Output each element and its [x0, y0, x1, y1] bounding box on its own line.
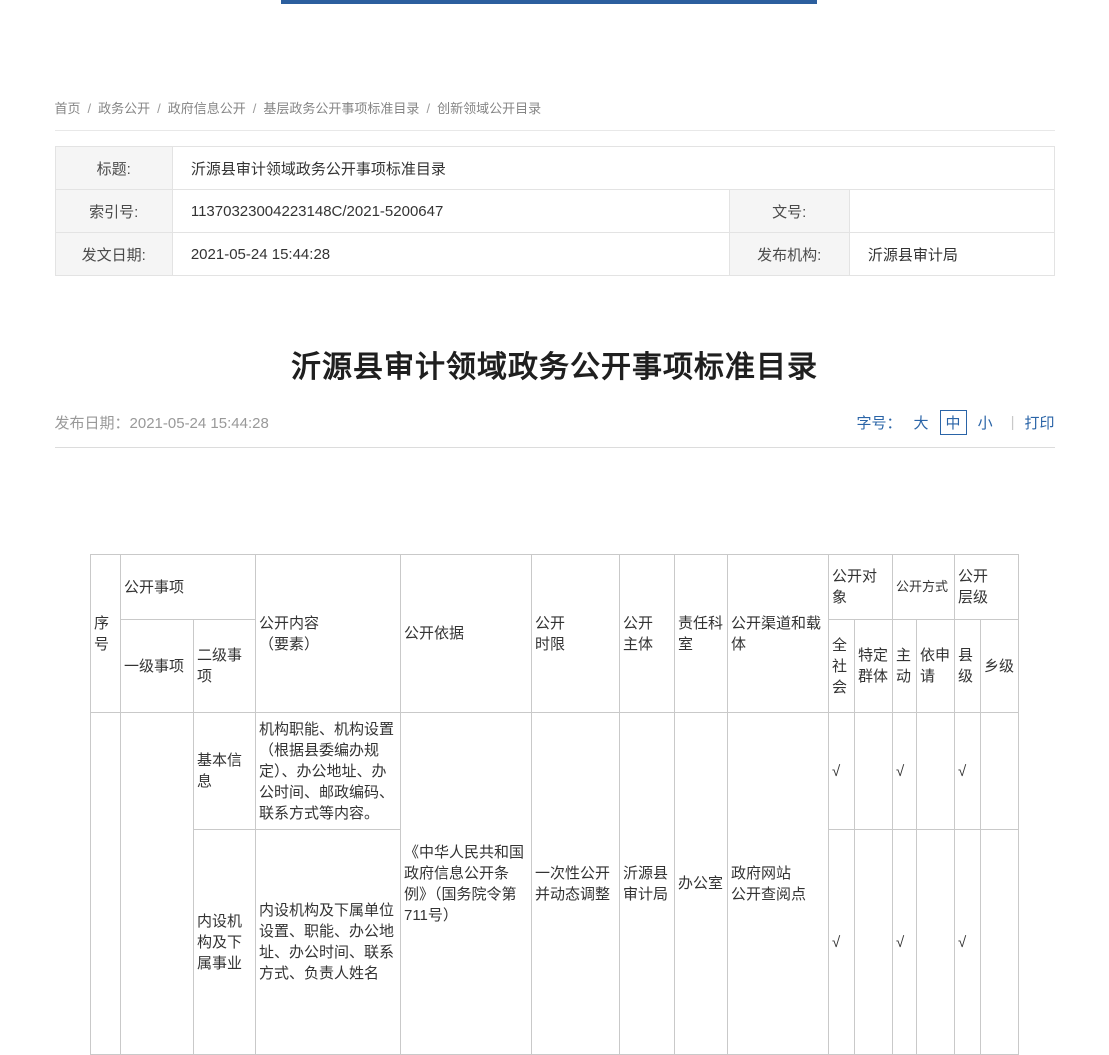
cell-subject: 沂源县审计局: [619, 713, 674, 1055]
cell-department: 办公室: [674, 713, 727, 1055]
th-method: 公开方式: [893, 555, 955, 620]
table-row: 基本信息 机构职能、机构设置（根据县委编办规定）、办公地址、办公时间、邮政编码、…: [90, 713, 1018, 830]
breadcrumb-current[interactable]: 创新领域公开目录: [437, 101, 541, 116]
cell-township-mark: [981, 713, 1019, 830]
font-medium-button[interactable]: 中: [940, 410, 967, 435]
print-button[interactable]: 打印: [1024, 412, 1054, 433]
cell-specific-group-mark: [854, 713, 892, 830]
th-all-society: 全社会: [828, 620, 854, 713]
meta-row-date: 发文日期: 2021-05-24 15:44:28 发布机构: 沂源县审计局: [55, 233, 1054, 276]
font-size-label: 字号：: [857, 412, 902, 433]
th-active: 主动: [893, 620, 917, 713]
cell-active-mark: √: [893, 830, 917, 1055]
meta-value-docnum: [849, 190, 1054, 233]
publish-date-value: 2021-05-24 15:44:28: [130, 415, 269, 432]
cell-specific-group-mark: [854, 830, 892, 1055]
meta-value-index: 11370323004223148C/2021-5200647: [172, 190, 729, 233]
cell-township-mark: [981, 830, 1019, 1055]
meta-label-title: 标题:: [55, 147, 172, 190]
th-target: 公开对象: [828, 555, 892, 620]
cell-seq: [90, 713, 120, 1055]
page-container: 首页 / 政务公开 / 政府信息公开 / 基层政务公开事项标准目录 / 创新领域公开目录 标题:…: [55, 0, 1055, 1055]
cell-channel: 政府网站 公开查阅点: [727, 713, 828, 1055]
meta-value-date: 2021-05-24 15:44:28: [172, 233, 729, 276]
table-header-row-1: 序 号 公开事项 公开内容 （要素） 公开依据 公开 时限 公开 主体 责任科室…: [90, 555, 1018, 620]
th-secondary-matter: 二级事项: [193, 620, 255, 713]
breadcrumb-separator: /: [426, 101, 430, 116]
font-small-button[interactable]: 小: [973, 411, 998, 434]
cell-secondary-matter: 基本信息: [193, 713, 255, 830]
meta-row-index: 索引号: 11370323004223148C/2021-5200647 文号:: [55, 190, 1054, 233]
cell-basis: 《中华人民共和国政府信息公开条例》（国务院令第711号）: [400, 713, 531, 1055]
publish-date-label: 发布日期：: [55, 415, 130, 432]
meta-row-title: 标题: 沂源县审计领域政务公开事项标准目录: [55, 147, 1054, 190]
breadcrumb-separator: /: [157, 101, 161, 116]
cell-all-society-mark: √: [828, 830, 854, 1055]
article-meta-row: 发布日期：2021-05-24 15:44:28 字号： 大 中 小 | 打印: [55, 410, 1055, 448]
th-deadline: 公开 时限: [531, 555, 619, 713]
top-nav-bar-remnant: [281, 0, 817, 4]
breadcrumb-separator: /: [253, 101, 257, 116]
font-large-button[interactable]: 大: [909, 411, 934, 434]
cell-deadline: 一次性公开并动态调整: [531, 713, 619, 1055]
toolbar-divider: |: [1011, 414, 1015, 431]
cell-content: 机构职能、机构设置（根据县委编办规定）、办公地址、办公时间、邮政编码、联系方式等…: [255, 713, 400, 830]
cell-county-mark: √: [955, 830, 981, 1055]
th-level: 公开 层级: [955, 555, 1019, 620]
breadcrumb: 首页 / 政务公开 / 政府信息公开 / 基层政务公开事项标准目录 / 创新领域公开目录: [55, 98, 1055, 131]
publish-date: 发布日期：2021-05-24 15:44:28: [55, 412, 269, 433]
meta-label-docnum: 文号:: [729, 190, 849, 233]
cell-on-request-mark: [917, 713, 955, 830]
breadcrumb-separator: /: [88, 101, 92, 116]
th-basis: 公开依据: [400, 555, 531, 713]
cell-all-society-mark: √: [828, 713, 854, 830]
meta-label-org: 发布机构:: [729, 233, 849, 276]
meta-label-index: 索引号:: [55, 190, 172, 233]
th-on-request: 依申 请: [917, 620, 955, 713]
cell-primary-matter: [120, 713, 193, 1055]
breadcrumb-gov-info[interactable]: 政府信息公开: [168, 101, 246, 116]
th-department: 责任科室: [674, 555, 727, 713]
disclosure-catalog-table: 序 号 公开事项 公开内容 （要素） 公开依据 公开 时限 公开 主体 责任科室…: [90, 554, 1019, 1055]
breadcrumb-home[interactable]: 首页: [55, 101, 81, 116]
meta-value-org: 沂源县审计局: [849, 233, 1054, 276]
breadcrumb-standard-catalog[interactable]: 基层政务公开事项标准目录: [263, 101, 419, 116]
breadcrumb-zhengwu[interactable]: 政务公开: [98, 101, 150, 116]
meta-value-title: 沂源县审计领域政务公开事项标准目录: [172, 147, 1054, 190]
cell-active-mark: √: [893, 713, 917, 830]
cell-secondary-matter: 内设机构及下属事业: [193, 830, 255, 1055]
cell-content: 内设机构及下属单位设置、职能、办公地址、办公时间、联系方式、负责人姓名: [255, 830, 400, 1055]
cell-county-mark: √: [955, 713, 981, 830]
cell-on-request-mark: [917, 830, 955, 1055]
article-toolbar: 字号： 大 中 小 | 打印: [857, 410, 1055, 435]
meta-label-date: 发文日期:: [55, 233, 172, 276]
th-channel: 公开渠道和载体: [727, 555, 828, 713]
page-title: 沂源县审计领域政务公开事项标准目录: [55, 350, 1055, 386]
th-matters: 公开事项: [120, 555, 255, 620]
th-primary-matter: 一级事项: [120, 620, 193, 713]
th-content: 公开内容 （要素）: [255, 555, 400, 713]
th-subject: 公开 主体: [619, 555, 674, 713]
document-meta-table: 标题: 沂源县审计领域政务公开事项标准目录 索引号: 1137032300422…: [55, 146, 1055, 276]
th-specific-group: 特定 群体: [854, 620, 892, 713]
th-seq: 序 号: [90, 555, 120, 713]
th-county: 县级: [955, 620, 981, 713]
th-township: 乡级: [981, 620, 1019, 713]
